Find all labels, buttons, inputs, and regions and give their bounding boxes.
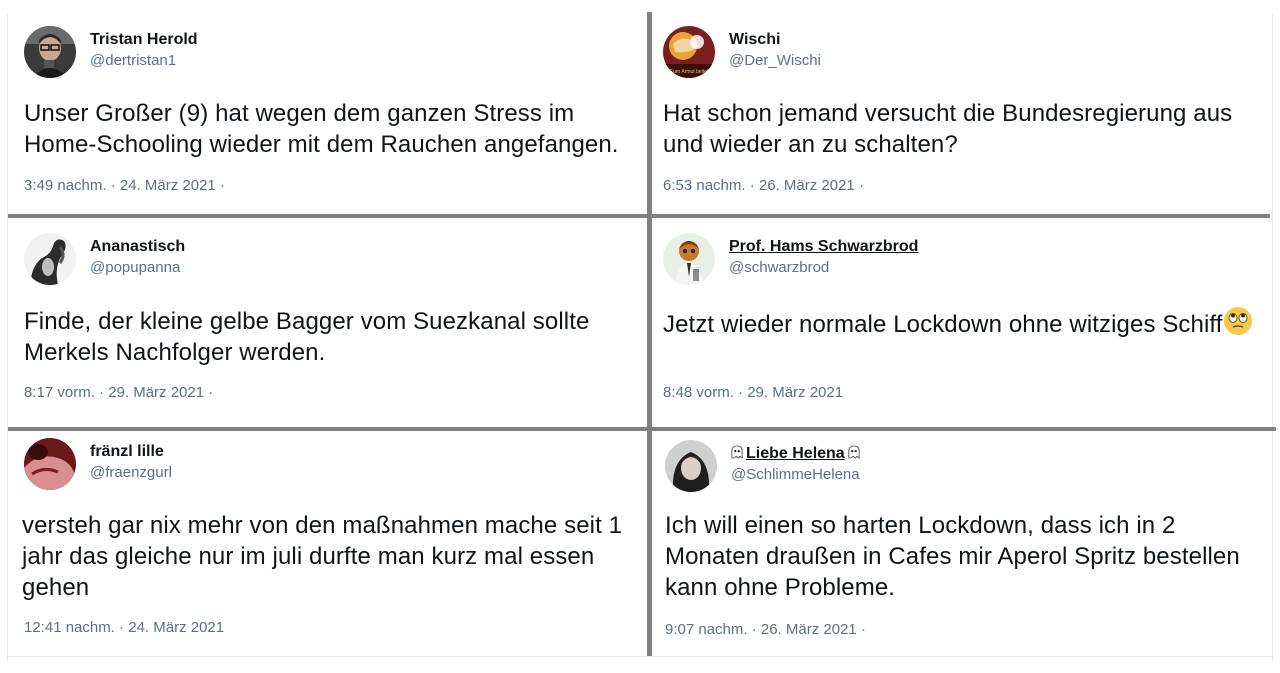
avatar[interactable]: [24, 233, 76, 285]
right-edge-line: [1272, 14, 1273, 660]
tweet-text-line: Merkels Nachfolger werden.: [24, 339, 326, 366]
user-name[interactable]: Wischi: [729, 30, 780, 50]
tweet-text-line: und wieder an zu schalten?: [663, 131, 958, 158]
horizontal-divider-bottom: [8, 427, 1276, 431]
tweet-text: Finde, der kleine gelbe Bagger vom Suezk…: [24, 306, 589, 368]
tweet-text: versteh gar nix mehr von den maßnahmen m…: [22, 510, 622, 603]
tweet-timestamp[interactable]: 8:48 vorm. · 29. März 2021: [663, 384, 843, 401]
face-with-rolling-eyes-icon: [1223, 306, 1253, 336]
tweet-card-schwarzbrod[interactable]: Prof. Hams Schwarzbrod @schwarzbrod Jetz…: [663, 233, 1268, 413]
user-handle[interactable]: @fraenzgurl: [90, 462, 172, 484]
tweet-card-ananastisch[interactable]: Ananastisch @popupanna Finde, der kleine…: [24, 233, 644, 413]
tweet-text-line: Jetzt wieder normale Lockdown ohne witzi…: [663, 311, 1223, 338]
tweet-timestamp[interactable]: 3:49 nachm. · 24. März 2021 ·: [24, 177, 225, 194]
tweet-text-line: Ich will einen so harten Lockdown, dass …: [665, 512, 1176, 539]
tweet-text: Unser Großer (9) hat wegen dem ganzen St…: [24, 98, 619, 160]
avatar-caption: Euro Armut beitet: [670, 69, 709, 75]
user-handle[interactable]: @schwarzbrod: [729, 257, 918, 279]
user-handle[interactable]: @SchlimmeHelena: [731, 464, 860, 486]
avatar[interactable]: Euro Armut beitet: [663, 26, 715, 78]
tweet-text: Jetzt wieder normale Lockdown ohne witzi…: [663, 306, 1253, 340]
horizontal-divider-top: [8, 214, 1270, 218]
tweet-text-line: Finde, der kleine gelbe Bagger vom Suezk…: [24, 308, 590, 335]
ghost-icon: [731, 444, 743, 464]
tweet-text-line: jahr das gleiche nur im juli durfte man …: [22, 543, 595, 570]
bottom-edge-line: [7, 656, 1273, 657]
left-edge-line: [7, 14, 8, 660]
user-name[interactable]: Liebe Helena: [731, 444, 860, 464]
user-handle[interactable]: @popupanna: [90, 257, 185, 279]
ghost-icon: [848, 444, 860, 464]
vertical-divider: [647, 12, 652, 656]
tweet-text-line: gehen: [22, 574, 90, 601]
tweet-text: Hat schon jemand versucht die Bundesregi…: [663, 98, 1232, 160]
tweet-timestamp[interactable]: 9:07 nachm. · 26. März 2021 ·: [665, 621, 866, 638]
tweet-text-line: kann ohne Probleme.: [665, 574, 896, 601]
user-handle[interactable]: @dertristan1: [90, 50, 198, 72]
tweet-text: Ich will einen so harten Lockdown, dass …: [665, 510, 1240, 603]
user-handle[interactable]: @Der_Wischi: [729, 50, 821, 72]
tweet-card-wischi[interactable]: Euro Armut beitet Wischi @Der_Wischi Hat…: [663, 26, 1268, 206]
tweet-text-line: Home-Schooling wieder mit dem Rauchen an…: [24, 131, 619, 158]
tweet-timestamp[interactable]: 8:17 vorm. · 29. März 2021 ·: [24, 384, 213, 401]
user-name[interactable]: Prof. Hams Schwarzbrod: [729, 237, 918, 257]
tweet-card-tristan[interactable]: Tristan Herold @dertristan1 Unser Großer…: [24, 26, 644, 206]
user-name[interactable]: Ananastisch: [90, 237, 185, 257]
tweet-text-line: versteh gar nix mehr von den maßnahmen m…: [22, 512, 623, 539]
tweet-timestamp[interactable]: 12:41 nachm. · 24. März 2021: [24, 619, 224, 636]
user-name[interactable]: fränzl lille: [90, 442, 164, 462]
avatar[interactable]: [665, 440, 717, 492]
tweet-text-line: Hat schon jemand versucht die Bundesregi…: [663, 100, 1233, 127]
tweet-text-line: Monaten draußen in Cafes mir Aperol Spri…: [665, 543, 1240, 570]
tweet-card-fraenzl[interactable]: fränzl lille @fraenzgurl versteh gar nix…: [22, 438, 644, 648]
avatar[interactable]: [663, 233, 715, 285]
tweet-card-helena[interactable]: Liebe Helena @SchlimmeHelena Ich will ei…: [665, 440, 1270, 645]
user-name[interactable]: Tristan Herold: [90, 30, 198, 50]
avatar[interactable]: [24, 26, 76, 78]
tweet-timestamp[interactable]: 6:53 nachm. · 26. März 2021 ·: [663, 177, 864, 194]
avatar[interactable]: [24, 438, 76, 490]
tweet-text-line: Unser Großer (9) hat wegen dem ganzen St…: [24, 100, 575, 127]
